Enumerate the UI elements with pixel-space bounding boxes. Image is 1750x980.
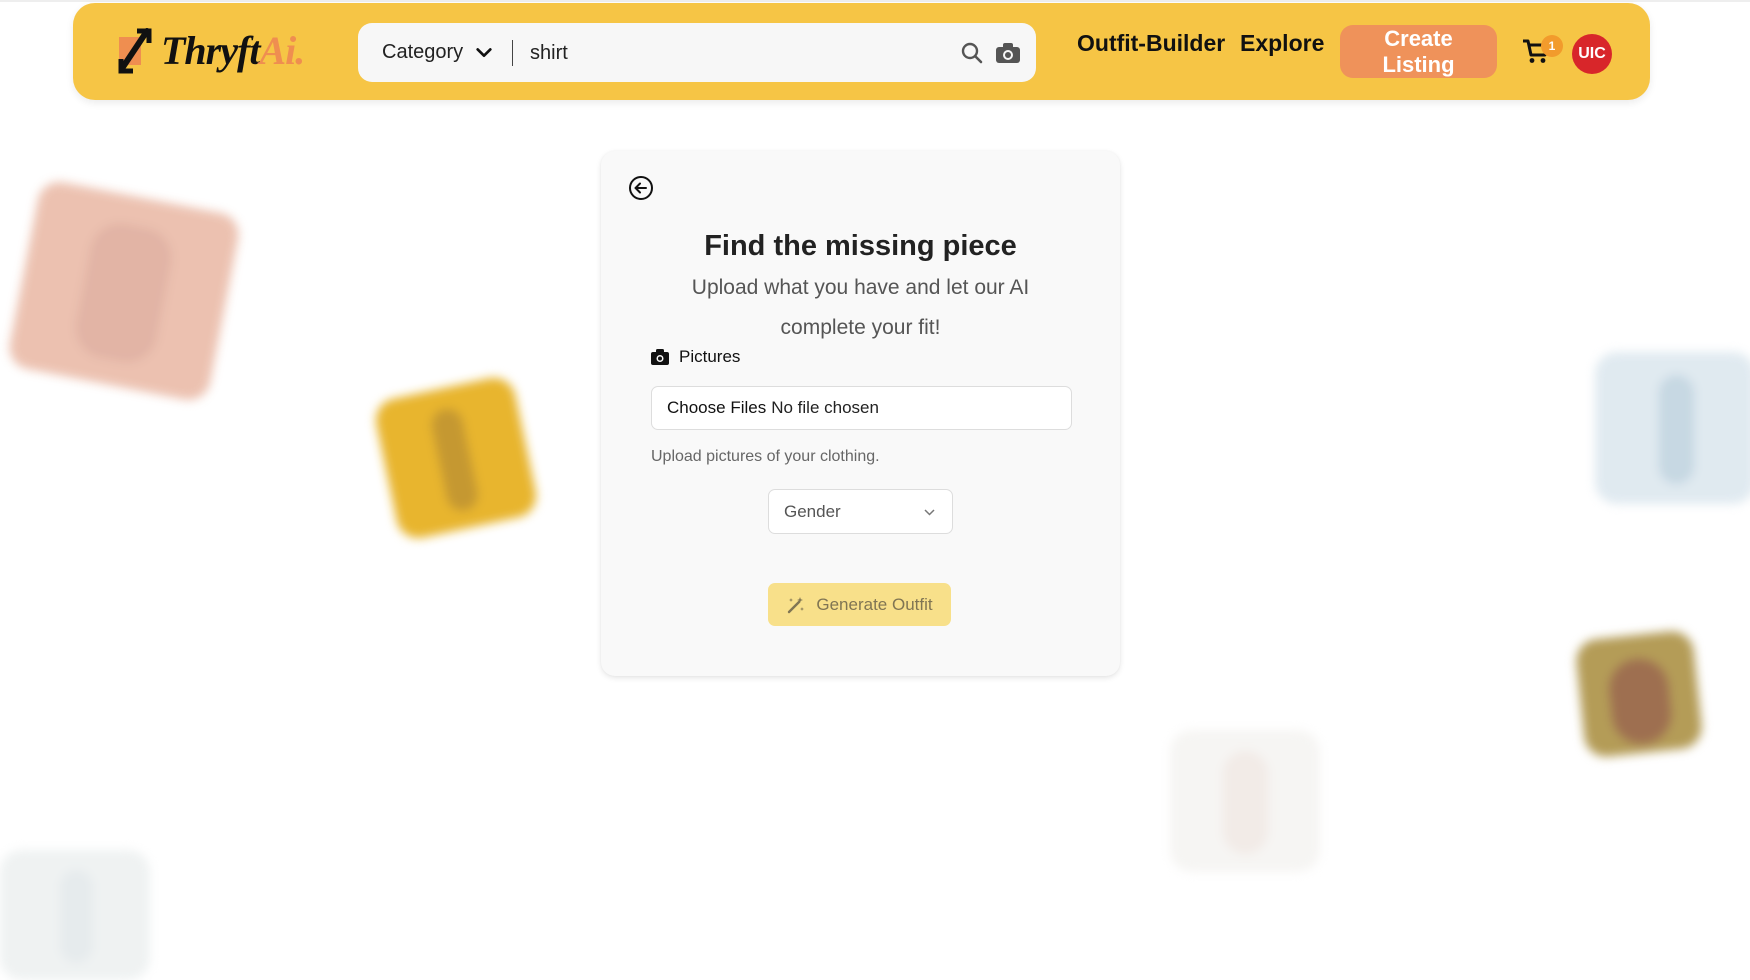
create-listing-button[interactable]: Create Listing xyxy=(1340,25,1497,78)
file-upload-input[interactable]: Choose Files No file chosen xyxy=(651,386,1072,430)
search-input[interactable] xyxy=(528,31,902,75)
top-navbar: ThryftAi. Category Outfit-Builder Explor… xyxy=(73,3,1650,100)
gender-select-value: Gender xyxy=(784,502,841,521)
magic-wand-icon xyxy=(788,596,805,613)
gender-select[interactable]: Gender xyxy=(768,489,953,534)
generate-outfit-label: Generate Outfit xyxy=(816,594,933,614)
camera-icon xyxy=(651,349,669,365)
nav-outfit-builder[interactable]: Outfit-Builder xyxy=(1077,30,1225,57)
logo-text: ThryftAi. xyxy=(161,28,305,73)
back-arrow-icon[interactable] xyxy=(628,175,654,201)
nav-explore[interactable]: Explore xyxy=(1240,30,1324,57)
cart-count-badge: 1 xyxy=(1541,35,1563,57)
background-image xyxy=(1170,730,1320,872)
choose-files-button[interactable]: Choose Files xyxy=(667,398,766,418)
chevron-down-icon xyxy=(476,47,492,57)
outfit-builder-card: Find the missing piece Upload what you h… xyxy=(601,151,1120,676)
category-dropdown[interactable]: Category xyxy=(382,23,493,82)
logo-mark-icon xyxy=(118,28,152,74)
pictures-label-text: Pictures xyxy=(679,347,741,366)
chevron-down-icon xyxy=(924,509,935,516)
file-status-text: No file chosen xyxy=(771,398,879,417)
background-image xyxy=(371,373,541,543)
logo[interactable]: ThryftAi. xyxy=(117,23,317,79)
camera-icon[interactable] xyxy=(995,42,1021,64)
pictures-label: Pictures xyxy=(651,347,740,367)
generate-outfit-button[interactable]: Generate Outfit xyxy=(768,583,951,626)
upload-helper-text: Upload pictures of your clothing. xyxy=(651,448,880,465)
background-image xyxy=(5,178,243,404)
background-image xyxy=(0,850,150,980)
page-subtitle: Upload what you have and let our AI comp… xyxy=(691,276,1030,339)
search-icon[interactable] xyxy=(961,42,983,64)
search-divider xyxy=(512,40,513,66)
search-bar: Category xyxy=(358,23,1036,82)
background-image xyxy=(1595,352,1750,504)
category-label: Category xyxy=(382,41,464,63)
background-image xyxy=(1574,629,1704,759)
user-avatar[interactable]: UIC xyxy=(1572,34,1612,74)
top-border xyxy=(0,0,1750,2)
page-title: Find the missing piece xyxy=(704,230,1017,262)
